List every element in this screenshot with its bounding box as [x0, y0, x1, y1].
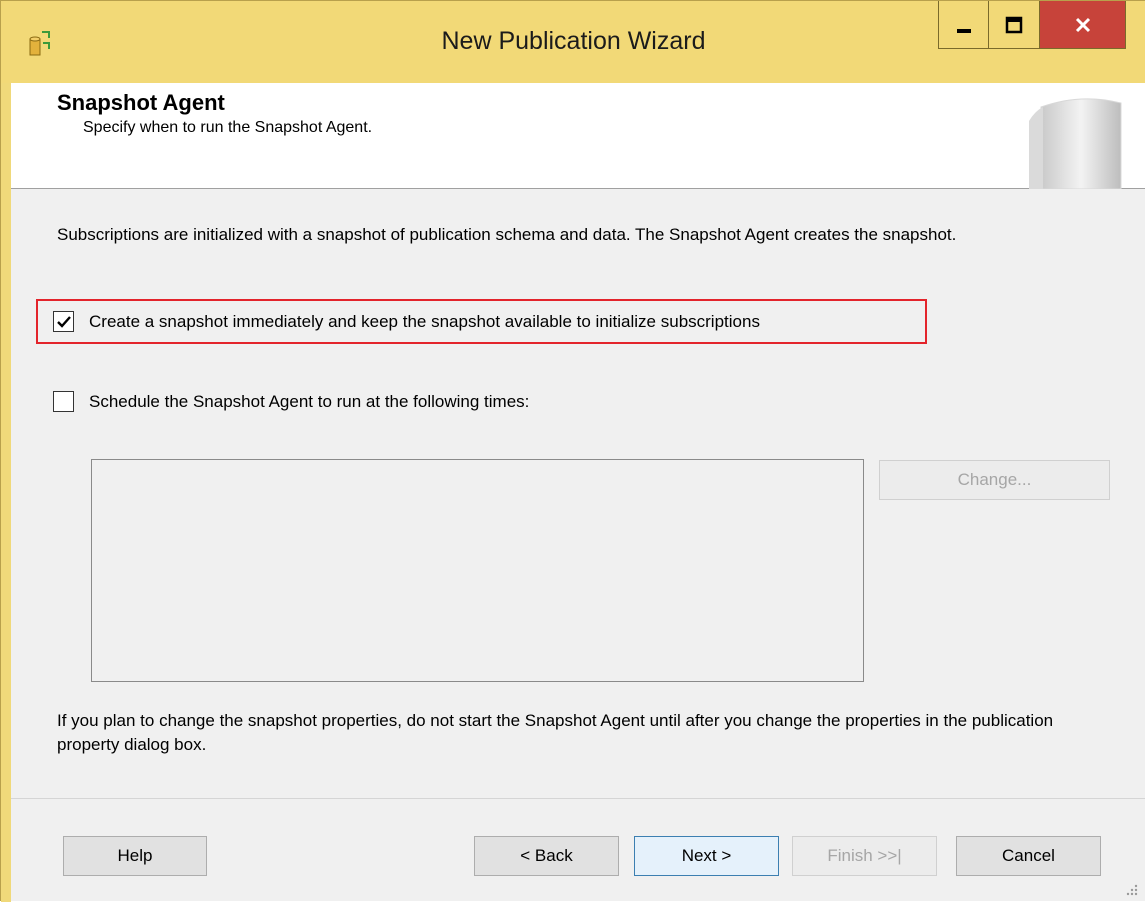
back-button[interactable]: < Back: [474, 836, 619, 876]
create-snapshot-option[interactable]: Create a snapshot immediately and keep t…: [53, 311, 760, 332]
finish-button[interactable]: Finish >>|: [792, 836, 937, 876]
resize-grip-icon[interactable]: [1121, 879, 1139, 897]
page-subtitle: Specify when to run the Snapshot Agent.: [83, 119, 373, 136]
maximize-button[interactable]: [989, 1, 1040, 49]
maximize-icon: [1005, 16, 1023, 33]
schedule-agent-label: Schedule the Snapshot Agent to run at th…: [89, 391, 530, 411]
help-button[interactable]: Help: [63, 836, 207, 876]
wizard-window: New Publication Wizard Snapshot Agent Sp…: [0, 0, 1145, 902]
title-bar[interactable]: New Publication Wizard: [1, 1, 1145, 83]
close-icon: [1075, 17, 1090, 32]
next-button[interactable]: Next >: [634, 836, 779, 876]
wizard-banner-icon: [1029, 98, 1122, 189]
note-text: If you plan to change the snapshot prope…: [57, 711, 1054, 754]
checkmark-icon: [56, 315, 71, 328]
wizard-content: Subscriptions are initialized with a sna…: [11, 189, 1145, 901]
close-button[interactable]: [1040, 1, 1126, 49]
window-border: [1, 83, 11, 902]
create-snapshot-checkbox[interactable]: [53, 311, 74, 332]
create-snapshot-label: Create a snapshot immediately and keep t…: [89, 311, 760, 331]
minimize-button[interactable]: [938, 1, 989, 49]
change-schedule-button[interactable]: Change...: [879, 460, 1110, 500]
cancel-button[interactable]: Cancel: [956, 836, 1101, 876]
page-title: Snapshot Agent: [57, 90, 225, 115]
footer-divider: [11, 798, 1145, 799]
schedule-agent-option[interactable]: Schedule the Snapshot Agent to run at th…: [53, 391, 529, 412]
description-text: Subscriptions are initialized with a sna…: [57, 225, 957, 244]
schedule-description-box: [91, 459, 864, 682]
minimize-icon: [956, 28, 971, 33]
wizard-header: Snapshot Agent Specify when to run the S…: [11, 83, 1145, 189]
schedule-agent-checkbox[interactable]: [53, 391, 74, 412]
